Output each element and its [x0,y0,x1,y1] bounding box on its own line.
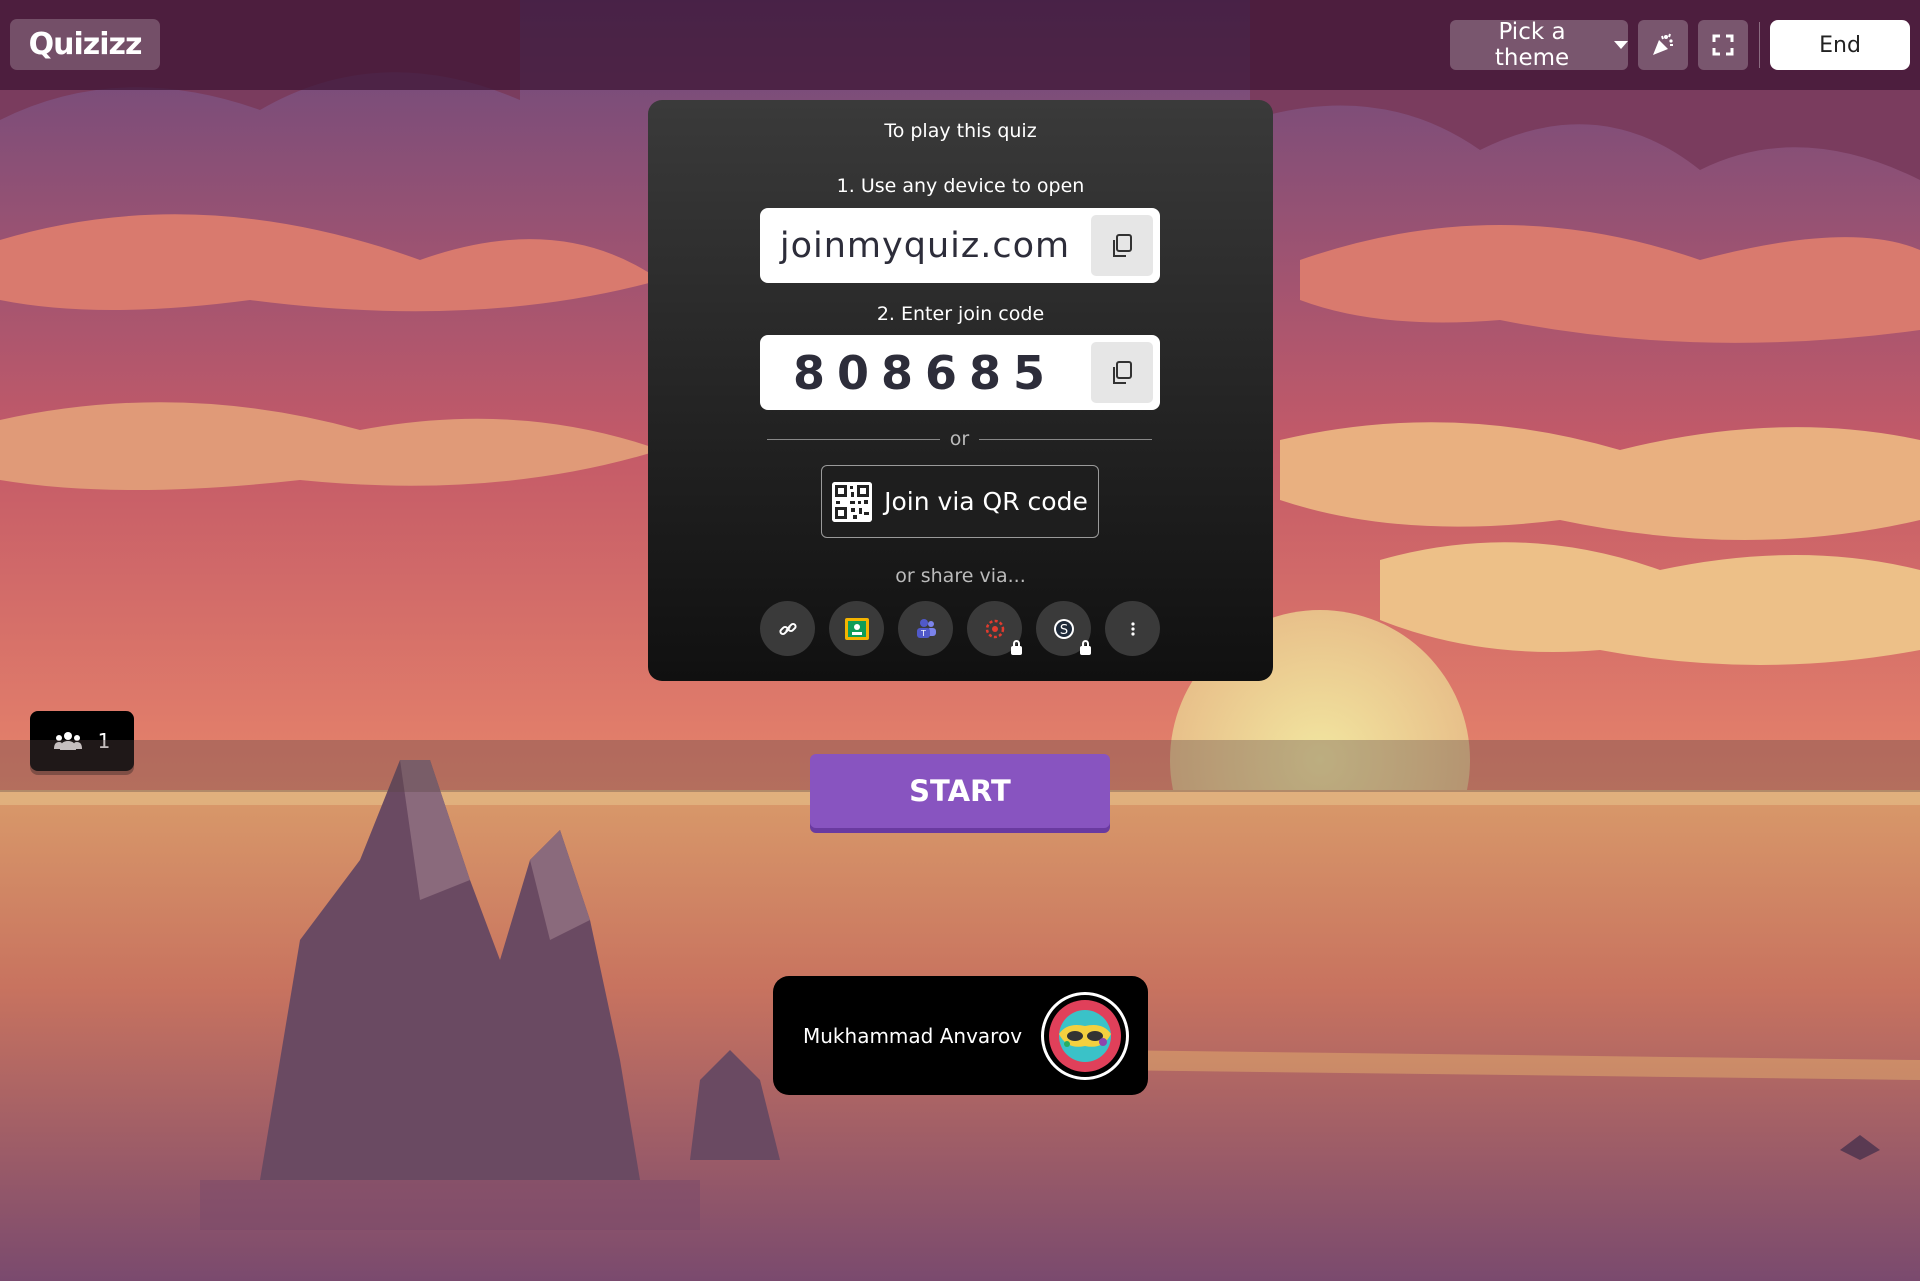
divider-line [979,438,1152,440]
player-avatar-icon [1049,1000,1121,1072]
player-card: Mukhammad Anvarov [773,976,1148,1095]
copy-code-button[interactable] [1091,342,1153,403]
schoology-icon: S [1053,618,1074,639]
pick-theme-dropdown[interactable]: Pick a theme [1450,19,1628,71]
fullscreen-button[interactable] [1698,20,1748,70]
or-label: or [949,428,970,450]
canvas-icon [985,619,1004,638]
copy-icon [1113,360,1132,384]
or-divider: or [767,427,1152,451]
top-bar [0,0,1920,90]
more-vertical-icon [1130,621,1135,636]
link-icon [778,622,797,635]
avatar [1041,992,1129,1080]
join-url: joinmyquiz.com [779,225,1071,266]
share-via-label: or share via... [895,565,1026,587]
party-popper-icon [1653,33,1673,55]
share-google-classroom-button[interactable] [829,601,884,656]
join-card: To play this quiz 1. Use any device to o… [648,100,1273,681]
share-teams-button[interactable]: T [898,601,953,656]
share-options: T S [760,601,1160,657]
join-card-title: To play this quiz [884,120,1037,142]
toolbar-divider [1759,22,1760,68]
join-via-qr-button[interactable]: Join via QR code [821,465,1099,538]
caret-down-icon [1614,41,1628,49]
lock-icon [1080,640,1091,655]
effects-button[interactable] [1638,20,1688,70]
share-schoology-button[interactable]: S [1036,601,1091,656]
fullscreen-icon [1712,34,1734,56]
google-classroom-icon [844,617,869,640]
join-code: 808685 [792,345,1058,400]
svg-text:S: S [1059,623,1067,638]
copy-icon [1113,233,1132,257]
copy-url-button[interactable] [1091,215,1153,276]
join-via-qr-label: Join via QR code [884,487,1088,516]
start-button[interactable]: START [810,754,1110,828]
share-link-button[interactable] [760,601,815,656]
share-more-button[interactable] [1105,601,1160,656]
join-url-field: joinmyquiz.com [760,208,1160,283]
pick-theme-label: Pick a theme [1494,19,1570,71]
teams-icon: T [916,618,936,638]
step-1-label: 1. Use any device to open [836,175,1085,197]
lock-icon [1011,640,1022,655]
end-button[interactable]: End [1770,20,1910,70]
divider-line [767,438,940,440]
qr-code-icon [832,481,873,522]
step-2-label: 2. Enter join code [876,303,1045,325]
join-code-field: 808685 [760,335,1160,410]
player-name: Mukhammad Anvarov [803,1023,1023,1048]
svg-text:T: T [920,629,926,638]
quizizz-logo: Quizizz [10,19,160,70]
share-canvas-button[interactable] [967,601,1022,656]
